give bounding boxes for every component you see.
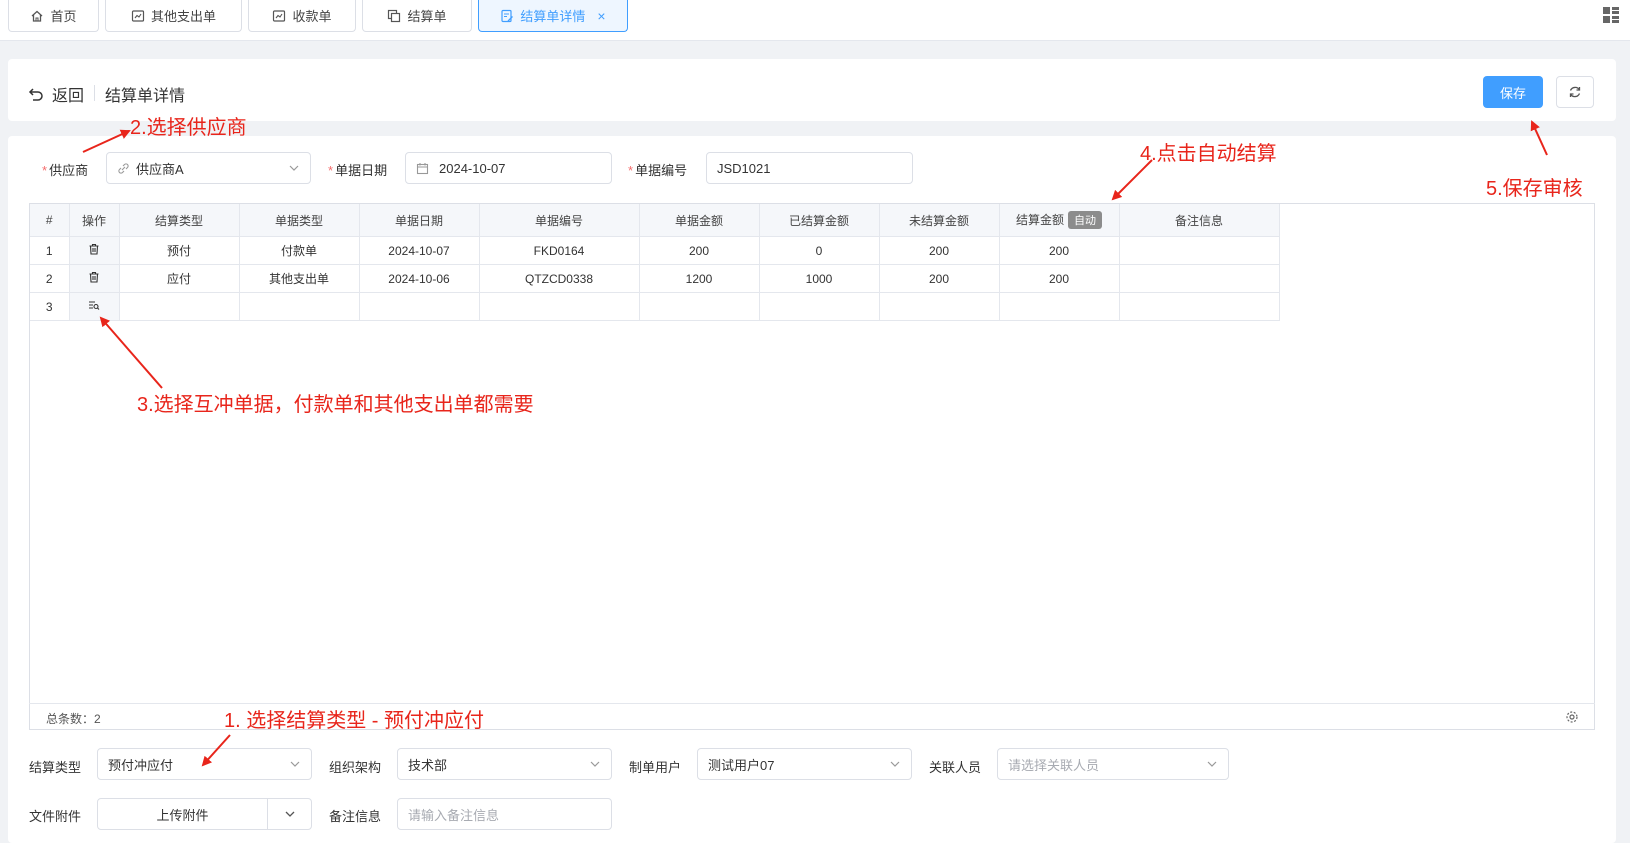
col-index: # <box>30 204 70 237</box>
chevron-down-icon <box>1207 761 1217 767</box>
supplier-label: * 供应商 <box>42 163 89 178</box>
user-select[interactable]: 测试用户07 <box>697 748 912 780</box>
attach-label: 文件附件 <box>29 809 82 824</box>
header-divider <box>94 85 95 101</box>
chevron-down-icon <box>890 761 900 767</box>
date-label: * 单据日期 <box>328 163 388 178</box>
save-button[interactable]: 保存 <box>1483 76 1543 108</box>
remark-cell[interactable] <box>1119 236 1280 265</box>
date-picker[interactable]: 2024-10-07 <box>405 152 612 184</box>
tab-home[interactable]: 首页 <box>8 0 99 32</box>
tab-other-expense[interactable]: 其他支出单 <box>105 0 242 32</box>
table-row: 3 <box>30 292 1280 321</box>
tab-label: 结算单 <box>407 9 447 24</box>
settle-amount-cell[interactable]: 200 <box>999 264 1120 293</box>
table-row: 1 预付 付款单 2024-10-07 FKD0164 200 0 200 20… <box>30 236 1280 265</box>
trash-icon <box>89 243 99 255</box>
col-unsettled-amount: 未结算金额 <box>879 204 1000 237</box>
trash-icon <box>89 271 99 283</box>
related-label: 关联人员 <box>929 760 982 775</box>
number-input[interactable]: JSD1021 <box>706 152 913 184</box>
document-icon <box>131 9 145 22</box>
calendar-icon <box>416 162 429 174</box>
chevron-down-icon <box>289 165 299 171</box>
tab-settlement-detail[interactable]: 结算单详情 × <box>478 0 628 32</box>
table-header-row: # 操作 结算类型 单据类型 单据日期 单据编号 单据金额 已结算金额 未结算金… <box>30 204 1280 237</box>
chevron-down-icon <box>290 761 300 767</box>
annotation-step-1: 1. 选择结算类型 - 预付冲应付 <box>224 710 485 732</box>
org-select[interactable]: 技术部 <box>397 748 612 780</box>
gear-icon[interactable] <box>1565 710 1579 724</box>
settle-amount-cell[interactable]: 200 <box>999 236 1120 265</box>
annotation-step-4: 4.点击自动结算 <box>1140 143 1277 165</box>
tab-label: 结算单详情 <box>520 9 586 24</box>
col-doc-type: 单据类型 <box>239 204 360 237</box>
refresh-button[interactable] <box>1556 76 1594 108</box>
col-actions: 操作 <box>69 204 120 237</box>
select-documents-button[interactable] <box>69 292 120 321</box>
annotation-step-5: 5.保存审核 <box>1486 178 1583 200</box>
upload-button[interactable]: 上传附件 <box>97 798 268 830</box>
supplier-select[interactable]: 供应商A <box>106 152 311 184</box>
col-settled-amount: 已结算金额 <box>759 204 880 237</box>
page-title: 结算单详情 <box>105 88 186 105</box>
tab-label: 首页 <box>50 9 77 24</box>
document-icon <box>273 9 286 22</box>
upload-dropdown-button[interactable] <box>267 798 312 830</box>
auto-settle-button[interactable]: 自动 <box>1068 211 1102 230</box>
tab-settlement[interactable]: 结算单 <box>362 0 472 32</box>
back-arrow-icon <box>28 88 43 101</box>
remark-input[interactable]: 请输入备注信息 <box>397 798 612 830</box>
refresh-icon <box>1569 86 1581 98</box>
settle-type-select[interactable]: 预付冲应付 <box>97 748 312 780</box>
org-label: 组织架构 <box>329 760 382 775</box>
edit-document-icon <box>501 9 514 22</box>
table-row: 2 应付 其他支出单 2024-10-06 QTZCD0338 1200 100… <box>30 264 1280 293</box>
back-label: 返回 <box>52 88 85 105</box>
link-icon <box>118 162 129 174</box>
col-remark: 备注信息 <box>1119 204 1280 237</box>
annotation-step-2: 2.选择供应商 <box>130 117 247 139</box>
number-label: * 单据编号 <box>628 163 688 178</box>
tab-label: 其他支出单 <box>150 9 216 24</box>
remark-cell[interactable] <box>1119 264 1280 293</box>
delete-row-button[interactable] <box>69 264 120 293</box>
tab-bar <box>0 0 1630 41</box>
detail-table: # 操作 结算类型 单据类型 单据日期 单据编号 单据金额 已结算金额 未结算金… <box>29 203 1595 730</box>
tab-label: 收款单 <box>292 9 332 24</box>
related-select[interactable]: 请选择关联人员 <box>997 748 1229 780</box>
col-settle-amount: 结算金额 自动 <box>999 204 1120 237</box>
chevron-down-icon <box>285 811 294 817</box>
total-count: 总条数：2 <box>46 712 101 726</box>
col-doc-amount: 单据金额 <box>639 204 760 237</box>
chevron-down-icon <box>590 761 600 767</box>
close-tab-icon[interactable]: × <box>597 8 605 24</box>
home-icon <box>32 10 43 22</box>
col-settle-type: 结算类型 <box>119 204 240 237</box>
col-doc-date: 单据日期 <box>359 204 480 237</box>
delete-row-button[interactable] <box>69 236 120 265</box>
remark-label: 备注信息 <box>329 809 382 824</box>
back-button[interactable]: 返回 <box>28 82 84 106</box>
copy-icon <box>388 9 401 22</box>
user-label: 制单用户 <box>629 760 682 775</box>
settle-type-label: 结算类型 <box>29 760 82 775</box>
tab-receipt[interactable]: 收款单 <box>248 0 356 32</box>
layout-grid-icon[interactable] <box>1602 6 1620 24</box>
list-search-icon <box>89 301 100 310</box>
annotation-step-3: 3.选择互冲单据，付款单和其他支出单都需要 <box>137 394 534 416</box>
col-doc-number: 单据编号 <box>479 204 640 237</box>
header-card <box>8 59 1616 121</box>
